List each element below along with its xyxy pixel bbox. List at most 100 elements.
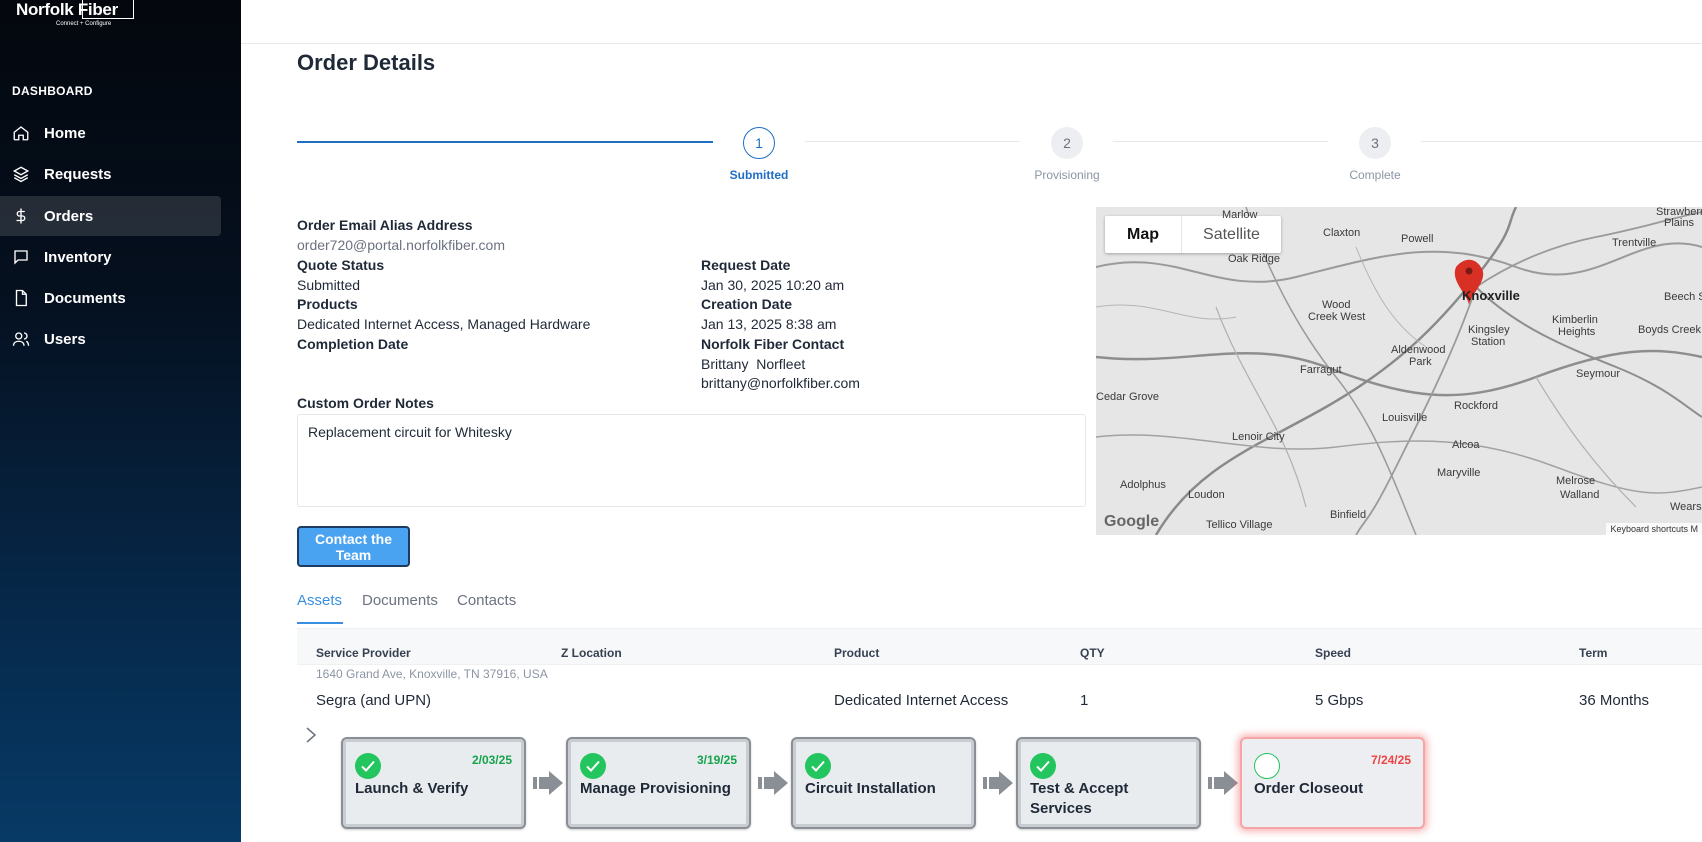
request-date-value: Jan 30, 2025 10:20 am: [701, 277, 845, 293]
arrow-right-icon: [758, 771, 788, 795]
column-header-product[interactable]: Product: [834, 646, 879, 660]
top-bar: [241, 0, 1702, 44]
map-place-label: Binfield: [1330, 509, 1367, 521]
cell-term: 36 Months: [1579, 692, 1650, 709]
arrow-right-icon: [983, 771, 1013, 795]
map-place-label: Cedar Grove: [1096, 391, 1159, 403]
google-logo: Google: [1104, 513, 1160, 530]
sidebar-item-documents[interactable]: Documents: [0, 278, 221, 318]
map-place-label: Melrose: [1556, 475, 1596, 487]
milestone-title: Launch & Verify: [355, 780, 469, 797]
map-place-label: Farragut: [1300, 364, 1342, 376]
map-place-label: Louisville: [1382, 412, 1428, 424]
map-place-label: Boyds Creek: [1638, 324, 1701, 336]
step-connector-done: [297, 141, 713, 143]
column-header-service-provider[interactable]: Service Provider: [316, 646, 411, 660]
map-place-label: Park: [1409, 356, 1432, 368]
step-2-circle: 2: [1051, 127, 1083, 159]
users-icon: [12, 332, 30, 346]
arrow-right-icon: [533, 771, 563, 795]
cell-speed: 5 Gbps: [1315, 692, 1364, 709]
tab-assets[interactable]: Assets: [297, 592, 342, 609]
sidebar-item-users[interactable]: Users: [0, 319, 221, 359]
cell-product: Dedicated Internet Access: [834, 692, 1009, 709]
milestone-test-accept-services[interactable]: Test & Accept Services: [1016, 737, 1201, 829]
map-footer: Keyboard shortcuts M: [1606, 523, 1702, 535]
brand-logo[interactable]: Norfolk Fiber Connect + Configure: [16, 0, 134, 30]
notes-field[interactable]: Replacement circuit for Whitesky: [297, 414, 1086, 507]
page-title: Order Details: [297, 50, 436, 75]
sidebar-item-inventory[interactable]: Inventory: [0, 237, 221, 277]
map-tab-map[interactable]: Map: [1105, 216, 1181, 253]
column-header-qty[interactable]: QTY: [1080, 646, 1105, 660]
check-circle-icon: [1030, 753, 1056, 779]
step-connector: [1421, 141, 1702, 142]
milestone-title: Manage Provisioning: [580, 780, 731, 797]
tab-documents[interactable]: Documents: [362, 592, 438, 609]
map-place-label: Rockford: [1454, 400, 1499, 412]
map-place-label: Plains: [1664, 217, 1694, 229]
map-city-label: Knoxville: [1462, 288, 1520, 303]
map-place-label: Alcoa: [1452, 439, 1480, 451]
map-place-label: Wood: [1322, 299, 1351, 311]
contact-label: Norfolk Fiber Contact: [701, 336, 845, 352]
step-1-circle: 1: [743, 127, 775, 159]
map-tab-satellite[interactable]: Satellite: [1181, 216, 1281, 253]
sidebar-item-label: Requests: [44, 165, 112, 183]
expand-row-chevron-icon[interactable]: [304, 726, 318, 744]
active-tab-indicator: [297, 622, 343, 624]
creation-date-label: Creation Date: [701, 296, 793, 312]
step-connector: [805, 141, 1020, 142]
milestone-manage-provisioning[interactable]: 3/19/25 Manage Provisioning: [566, 737, 751, 829]
document-icon: [15, 289, 27, 307]
keyboard-shortcuts-link[interactable]: Keyboard shortcuts: [1610, 524, 1688, 534]
check-circle-icon: [580, 753, 606, 779]
milestone-order-closeout[interactable]: 7/24/25 Order Closeout: [1240, 737, 1425, 829]
contact-email[interactable]: brittany@norfolkfiber.com: [701, 375, 860, 391]
products-label: Products: [297, 296, 358, 312]
creation-date-value: Jan 13, 2025 8:38 am: [701, 316, 837, 332]
map-place-label: Aldenwood: [1391, 344, 1446, 356]
map-place-label: Station: [1471, 336, 1506, 348]
notes-label: Custom Order Notes: [297, 395, 434, 411]
table-header: [297, 628, 1702, 665]
map-place-label: Seymour: [1576, 368, 1621, 380]
logo-frame: [82, 0, 134, 19]
milestone-launch-verify[interactable]: 2/03/25 Launch & Verify: [341, 737, 526, 829]
map-data-link[interactable]: M: [1691, 524, 1699, 534]
sidebar-item-home[interactable]: Home: [0, 113, 221, 153]
dashboard-section-label: DASHBOARD: [12, 84, 93, 98]
map-place-label: Claxton: [1323, 227, 1361, 239]
map-place-label: Lenoir City: [1232, 431, 1285, 443]
milestone-date: 2/03/25: [471, 753, 512, 767]
milestone-date: 7/24/25: [1370, 753, 1411, 767]
chat-bubble-icon: [14, 250, 28, 265]
contact-team-button[interactable]: Contact the Team: [297, 526, 410, 567]
map-place-label: Kimberlin: [1552, 314, 1598, 326]
sidebar-item-orders[interactable]: Orders: [0, 196, 221, 236]
open-circle-icon: [1254, 753, 1280, 779]
cell-service-provider: Segra (and UPN): [316, 692, 432, 709]
milestone-circuit-installation[interactable]: Circuit Installation: [791, 737, 976, 829]
check-circle-icon: [355, 753, 381, 779]
sidebar-item-requests[interactable]: Requests: [0, 154, 221, 194]
dollar-icon: [16, 208, 26, 224]
request-date-label: Request Date: [701, 257, 791, 273]
location-map[interactable]: Map Satellite Knoxville Marlow Claxton P…: [1096, 207, 1702, 535]
map-place-label: Trentville: [1612, 237, 1657, 249]
completion-date-label: Completion Date: [297, 336, 409, 352]
tab-contacts[interactable]: Contacts: [457, 592, 516, 609]
brand-tagline: Connect + Configure: [56, 21, 112, 27]
map-place-label: Beech S: [1664, 291, 1702, 303]
sidebar-item-label: Inventory: [44, 248, 112, 266]
map-place-label: Tellico Village: [1206, 519, 1273, 531]
contact-name: Brittany Norfleet: [701, 356, 806, 372]
email-alias-label: Order Email Alias Address: [297, 217, 473, 233]
column-header-z-location[interactable]: Z Location: [561, 646, 622, 660]
column-header-term[interactable]: Term: [1579, 646, 1607, 660]
layers-icon: [12, 166, 30, 183]
map-place-label: Marlow: [1222, 209, 1258, 221]
sidebar-item-label: Documents: [44, 289, 126, 307]
map-place-label: Creek West: [1308, 311, 1366, 323]
column-header-speed[interactable]: Speed: [1315, 646, 1351, 660]
